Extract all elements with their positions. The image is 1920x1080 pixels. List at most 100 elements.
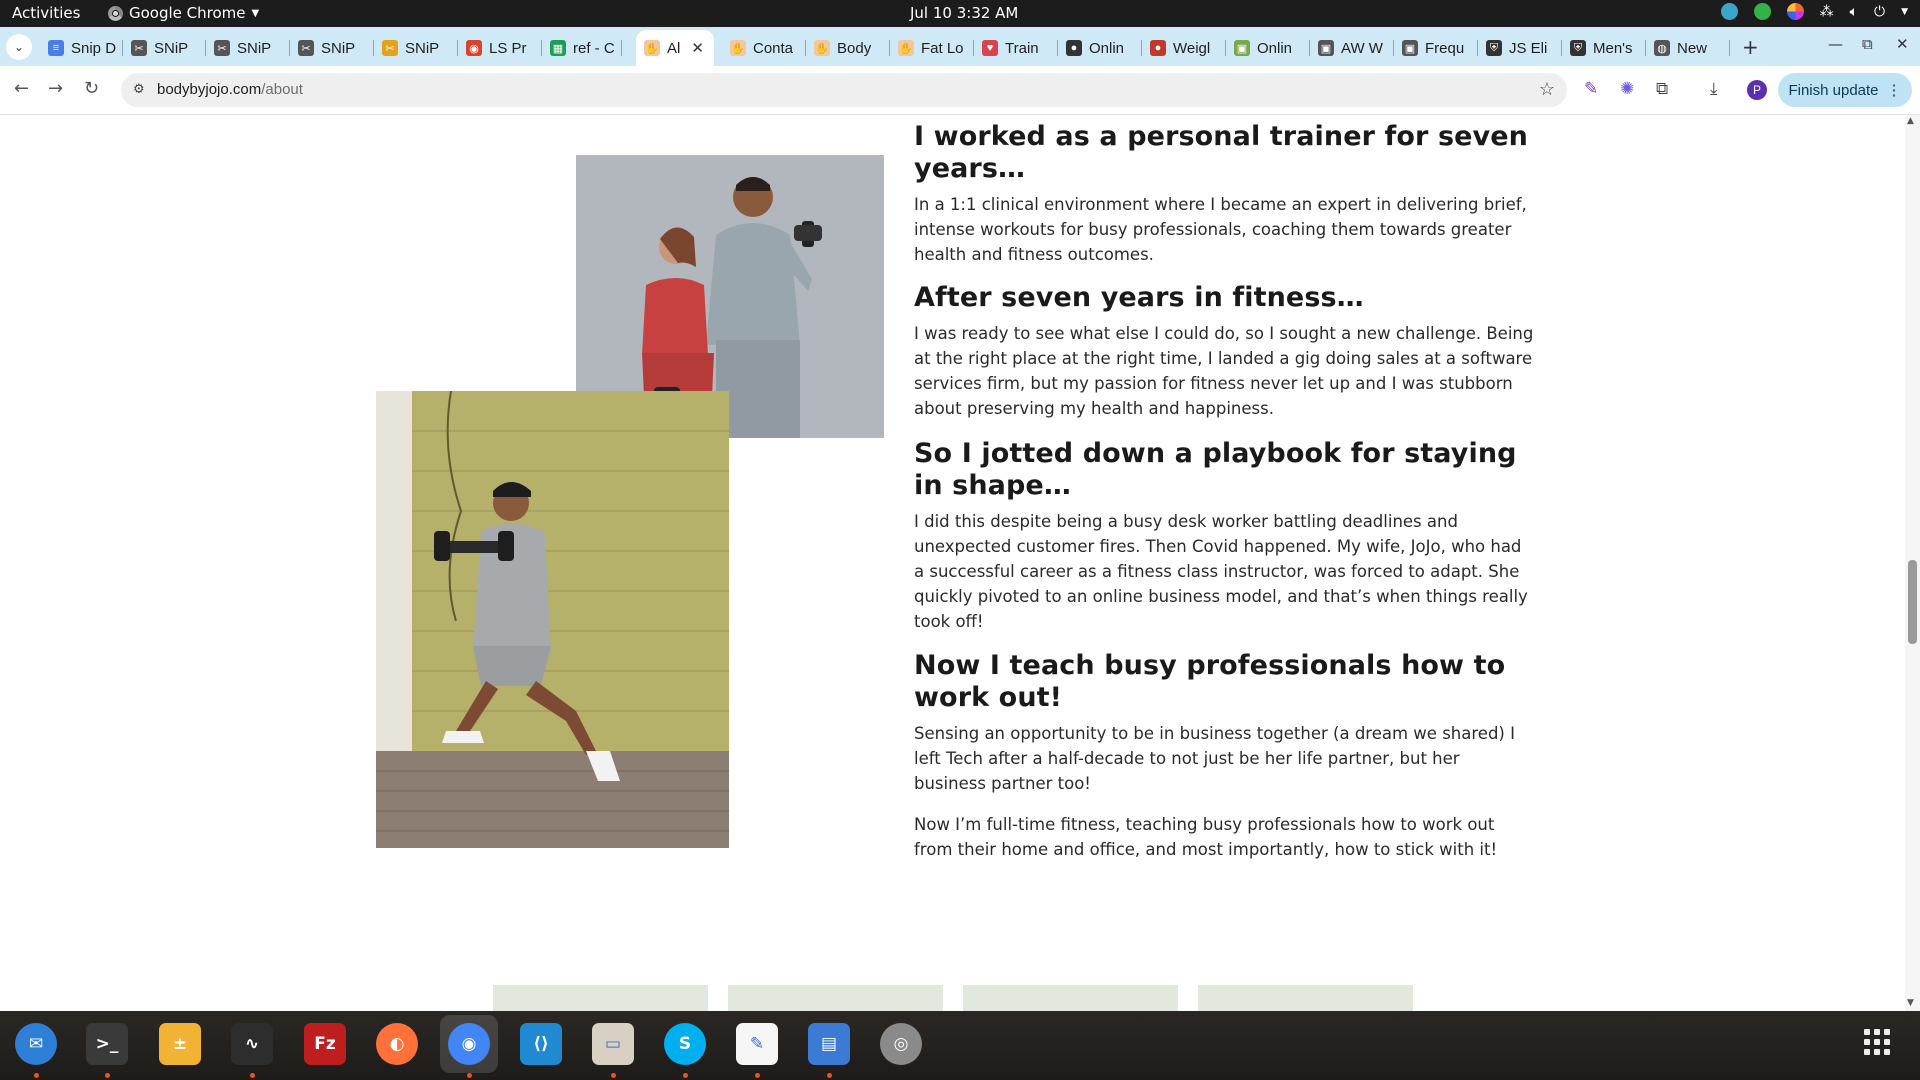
document-viewer-icon[interactable]: ▤ xyxy=(806,1021,852,1067)
section-paragraph: Sensing an opportunity to be in business… xyxy=(914,724,1515,793)
browser-tab[interactable]: ◍ New xyxy=(1646,32,1730,64)
browser-tab[interactable]: ▣ Onlin xyxy=(1226,32,1310,64)
skype-icon[interactable]: S xyxy=(662,1021,708,1067)
hand-icon: ✋ xyxy=(644,40,660,56)
sync-icon[interactable] xyxy=(1720,3,1738,20)
gnome-top-bar: Activities Google Chrome ▼ Jul 10 3:32 A… xyxy=(0,0,1920,27)
extensions-puzzle-icon[interactable]: ⧉ xyxy=(1656,79,1668,99)
section-paragraph: I did this despite being a busy desk wor… xyxy=(914,512,1528,631)
hand-icon: ✋ xyxy=(730,40,746,56)
image-icon: ▣ xyxy=(1234,40,1250,56)
browser-tab[interactable]: ⛨ Men's xyxy=(1562,32,1646,64)
snip-icon: ✂ xyxy=(214,40,230,56)
feature-card[interactable] xyxy=(728,985,943,1011)
profile-avatar[interactable]: P xyxy=(1747,80,1767,100)
running-indicator xyxy=(683,1073,688,1078)
browser-tab[interactable]: ♥ Train xyxy=(974,32,1058,64)
firefox-icon[interactable]: ◐ xyxy=(374,1021,420,1067)
filezilla-icon-glyph: Fz xyxy=(304,1023,346,1065)
scroll-down-arrow-icon[interactable]: ▼ xyxy=(1907,998,1914,1008)
browser-tab[interactable]: ✂ SNiP xyxy=(374,32,458,64)
feature-card[interactable] xyxy=(1198,985,1413,1011)
terminal-icon[interactable]: >_ xyxy=(84,1021,130,1067)
system-tray[interactable]: ⁂ 🔈︎ ⏻ ▼ xyxy=(1720,3,1908,20)
chevron-down-icon[interactable]: ▼ xyxy=(1901,7,1908,17)
pen-extension-icon[interactable]: ✎ xyxy=(1584,79,1598,99)
close-window-button[interactable]: ✕ xyxy=(1896,35,1909,53)
url-domain: bodybyjojo.com xyxy=(157,81,262,98)
lunge-illustration xyxy=(376,391,729,848)
browser-tab[interactable]: ▣ AW W xyxy=(1310,32,1394,64)
system-monitor-icon[interactable]: ∿ xyxy=(229,1021,275,1067)
bookmark-star-icon[interactable]: ☆ xyxy=(1539,79,1555,100)
clock[interactable]: Jul 10 3:32 AM xyxy=(910,4,1018,22)
downloads-icon[interactable]: ⤓ xyxy=(1710,79,1718,99)
color-picker-icon[interactable] xyxy=(1786,3,1804,20)
calculator-icon[interactable]: ± xyxy=(157,1021,203,1067)
finish-update-button[interactable]: Finish update ⋮ xyxy=(1778,73,1912,107)
tab-title: Fat Lo xyxy=(921,39,964,57)
browser-tab[interactable]: ✋ Conta xyxy=(722,32,806,64)
thunderbird-icon[interactable]: ✉ xyxy=(13,1021,59,1067)
person-icon: ● xyxy=(1066,40,1082,56)
about-section: So I jotted down a playbook for staying … xyxy=(914,438,1534,634)
chrome-icon xyxy=(108,5,123,21)
restore-button[interactable]: ⧉ xyxy=(1862,35,1873,53)
tab-title: LS Pr xyxy=(489,39,527,57)
close-tab-icon[interactable]: ✕ xyxy=(691,39,704,57)
browser-tab[interactable]: ✋ Body xyxy=(806,32,890,64)
browser-tab[interactable]: ≡ Snip D xyxy=(40,32,123,64)
feature-card[interactable] xyxy=(493,985,708,1011)
thunderbird-icon-glyph: ✉ xyxy=(15,1023,57,1065)
back-button[interactable]: ← xyxy=(14,78,29,99)
app-menu[interactable]: Google Chrome ▼ xyxy=(108,4,259,22)
site-info-icon[interactable]: ⚙ xyxy=(133,81,145,97)
tab-title: Body xyxy=(837,39,872,57)
browser-tab[interactable]: ▦ ref - C xyxy=(542,32,622,64)
browser-tab[interactable]: ✂ SNiP xyxy=(290,32,374,64)
finish-update-label: Finish update xyxy=(1788,81,1879,99)
browser-tab[interactable]: ✋ Al ✕ xyxy=(636,30,714,66)
snip-icon: ✂ xyxy=(298,40,314,56)
disk-utility-icon[interactable]: ◎ xyxy=(878,1021,924,1067)
minimize-button[interactable]: — xyxy=(1828,35,1843,53)
activities-button[interactable]: Activities xyxy=(12,4,80,22)
vscode-icon[interactable]: ⟨⟩ xyxy=(518,1021,564,1067)
browser-tab[interactable]: ⛨ JS Eli xyxy=(1478,32,1562,64)
forward-button[interactable]: → xyxy=(48,78,63,99)
scroll-up-arrow-icon[interactable]: ▲ xyxy=(1907,116,1914,126)
hand-icon: ✋ xyxy=(814,40,830,56)
tab-title: New xyxy=(1677,39,1708,57)
power-icon[interactable]: ⏻ xyxy=(1874,4,1885,20)
feature-card[interactable] xyxy=(963,985,1178,1011)
tab-title: Onlin xyxy=(1089,39,1125,57)
tab-title: JS Eli xyxy=(1509,39,1548,57)
filezilla-icon[interactable]: Fz xyxy=(302,1021,348,1067)
tab-title: Frequ xyxy=(1425,39,1465,57)
browser-tab[interactable]: ● Weigl xyxy=(1142,32,1226,64)
sheets-icon: ▦ xyxy=(550,40,566,56)
browser-tab[interactable]: ✋ Fat Lo xyxy=(890,32,974,64)
chrome-icon[interactable]: ◉ xyxy=(440,1015,498,1073)
gear-extension-icon[interactable]: ✺ xyxy=(1620,79,1634,99)
browser-tab[interactable]: ▣ Frequ xyxy=(1394,32,1478,64)
volume-icon[interactable]: 🔈︎ xyxy=(1850,4,1858,20)
tab-search-button[interactable]: ⌄ xyxy=(6,34,32,60)
scrollbar-thumb[interactable] xyxy=(1908,560,1917,644)
browser-tab[interactable]: ● Onlin xyxy=(1058,32,1142,64)
check-icon[interactable] xyxy=(1753,3,1771,20)
browser-tab[interactable]: ◉ LS Pr xyxy=(458,32,542,64)
url-text[interactable]: bodybyjojo.com/about xyxy=(157,81,303,98)
doc-icon: ≡ xyxy=(48,40,64,56)
browser-tab[interactable]: ✂ SNiP xyxy=(206,32,290,64)
tab-title: SNiP xyxy=(154,39,189,57)
network-icon[interactable]: ⁂ xyxy=(1820,4,1834,20)
show-apps-grid-icon[interactable] xyxy=(1864,1029,1890,1055)
running-indicator xyxy=(34,1073,39,1078)
address-bar[interactable]: ⚙ bodybyjojo.com/about ☆ xyxy=(121,73,1567,107)
new-tab-button[interactable]: + xyxy=(1742,35,1759,59)
text-editor-icon[interactable]: ✎ xyxy=(734,1021,780,1067)
browser-tab[interactable]: ✂ SNiP xyxy=(123,32,206,64)
reload-button[interactable]: ↻ xyxy=(84,78,99,99)
files-icon[interactable]: ▭ xyxy=(590,1021,636,1067)
